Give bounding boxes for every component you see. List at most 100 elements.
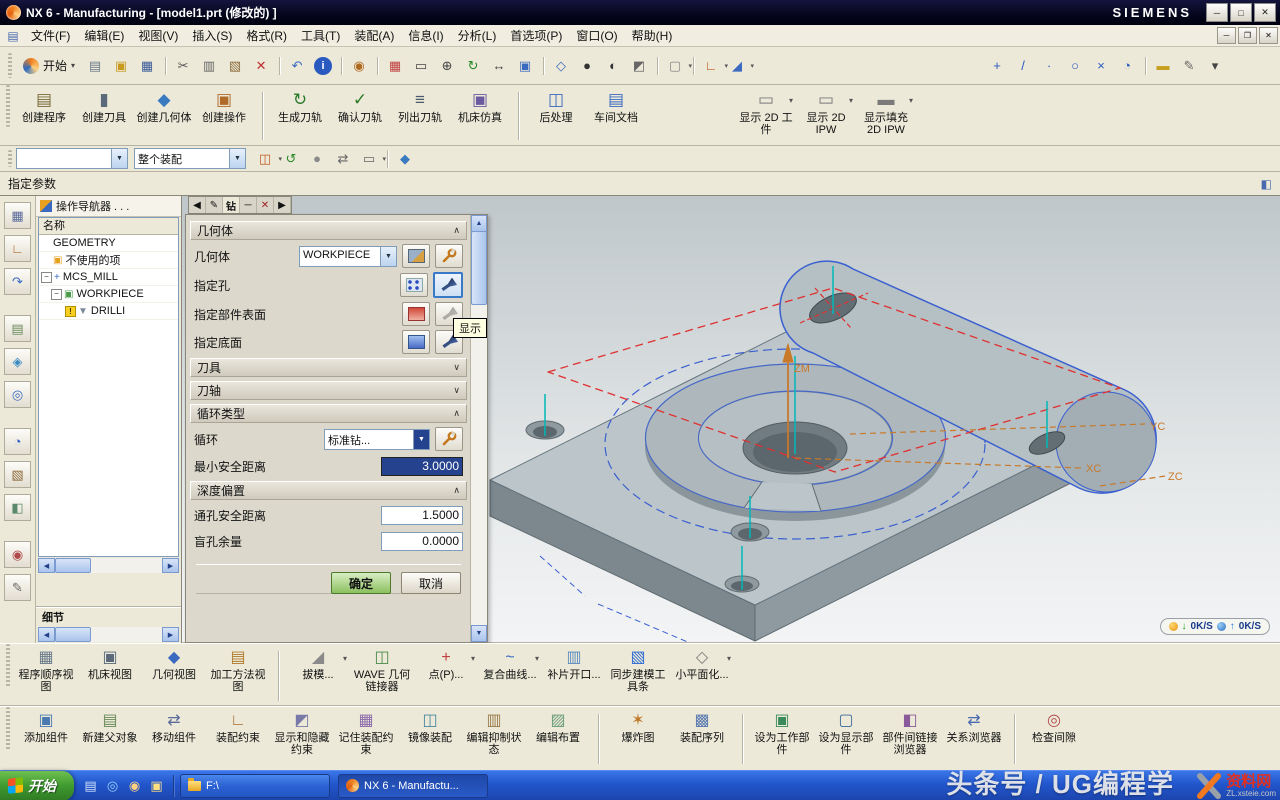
move-component-icon[interactable]: ⇄ (331, 147, 355, 171)
select-holes-button[interactable] (400, 273, 428, 297)
tree-item[interactable]: ▣ 不使用的项 (39, 252, 178, 269)
copy-icon[interactable]: ▥ (197, 54, 221, 78)
chevron-down-icon[interactable]: ▼ (380, 247, 396, 266)
visual-report-icon[interactable]: ◉ (347, 54, 371, 78)
hd3d-tools-icon[interactable]: ◈ (4, 348, 31, 375)
through-clearance-field[interactable]: 1.5000 (381, 506, 463, 525)
csys-view-icon[interactable]: ◢ (725, 54, 749, 78)
check-clearance-button[interactable]: ◎ 检查间隙 (1022, 709, 1086, 769)
snap-center-icon[interactable]: ○ (1063, 54, 1087, 78)
maximize-button[interactable]: □ (1230, 3, 1252, 22)
dialog-tool-icon[interactable]: ✎ (206, 197, 223, 213)
draft-button[interactable]: ◢ 拔模... (286, 646, 350, 706)
cycle-type-section-header[interactable]: 循环类型 ∧ (190, 404, 467, 423)
background-swatch-icon[interactable]: ▢ (663, 54, 687, 78)
make-work-part-button[interactable]: ▣ 设为工作部件 (750, 709, 814, 769)
menu-item[interactable]: 分析(L) (451, 25, 504, 46)
create-tool-button[interactable]: ▮ 创建刀具 (74, 87, 134, 145)
shaded-display-icon[interactable]: ● (575, 54, 599, 78)
chevron-down-icon[interactable]: ▼ (229, 149, 245, 168)
close-button[interactable]: ✕ (1254, 3, 1276, 22)
select-part-surface-button[interactable] (402, 302, 430, 326)
touch-mode-icon[interactable]: ✎ (4, 574, 31, 601)
show-filled-2d-ipw-button[interactable]: ▬ 显示填充 2D IPW (856, 87, 916, 145)
composite-curve-button[interactable]: ~ 复合曲线... (478, 646, 542, 706)
mdi-minimize-button[interactable]: ─ (1217, 27, 1236, 44)
zoom-in-out-icon[interactable]: ⊕ (435, 54, 459, 78)
details-hscrollbar[interactable]: ◀ ▶ (38, 627, 179, 642)
open-icon[interactable]: ▣ (109, 54, 133, 78)
facet-button[interactable]: ◇ 小平面化... (670, 646, 734, 706)
net-speed-widget[interactable]: ↓ 0K/S ↑ 0K/S (1160, 618, 1270, 635)
toolbar-grip[interactable] (6, 85, 10, 127)
tree-item[interactable]: ! ▼ DRILLI (39, 303, 178, 320)
show-2d-workpiece-button[interactable]: ▭ 显示 2D 工件 (736, 87, 796, 145)
navigator-title-bar[interactable]: 操作导航器 . . . (36, 196, 181, 217)
menu-item[interactable]: 视图(V) (131, 25, 185, 46)
dialog-rail-toggle-icon[interactable]: ◧ (1261, 177, 1272, 191)
mirror-assembly-button[interactable]: ◫ 镜像装配 (398, 709, 462, 769)
menu-item[interactable]: 首选项(P) (503, 25, 569, 46)
new-geometry-button[interactable] (402, 244, 430, 268)
chevron-down-icon[interactable]: ▼ (413, 430, 429, 449)
document-icon[interactable]: ▤ (6, 29, 20, 43)
component-sphere-icon[interactable]: ● (305, 147, 329, 171)
chevron-down-icon[interactable]: ▼ (111, 149, 127, 168)
fit-window-icon[interactable]: ▣ (513, 54, 537, 78)
wave-geometry-linker-button[interactable]: ◫ WAVE 几何链接器 (350, 646, 414, 706)
constraint-navigator-icon[interactable]: ∟ (4, 235, 31, 262)
menu-item[interactable]: 窗口(O) (569, 25, 624, 46)
dialog-minimize-button[interactable]: ─ (240, 197, 257, 213)
start-button[interactable]: 开始 (0, 771, 74, 800)
depth-offset-section-header[interactable]: 深度偏置 ∧ (190, 481, 467, 500)
measure-distance-icon[interactable]: ▬ (1151, 54, 1175, 78)
face-analysis-icon[interactable]: ◩ (627, 54, 651, 78)
snap-endpoint-icon[interactable]: / (1011, 54, 1035, 78)
toolbar-options-icon[interactable]: ▾ (1203, 54, 1227, 78)
toolbar-grip[interactable] (6, 707, 10, 751)
toolbar-grip[interactable] (8, 150, 12, 168)
reuse-library-icon[interactable]: ▤ (4, 315, 31, 342)
show-2d-ipw-button[interactable]: ▭ 显示 2D IPW (796, 87, 856, 145)
nx-window-button[interactable]: NX 6 - Manufactu... (338, 774, 488, 798)
dialog-vscrollbar[interactable]: ▲ ▼ (470, 215, 487, 642)
machining-method-view-button[interactable]: ▤ 加工方法视图 (206, 646, 270, 706)
system-materials-icon[interactable]: ▧ (4, 461, 31, 488)
expand-icon[interactable]: − (51, 289, 62, 300)
partially-shaded-icon[interactable]: ◐ (601, 54, 625, 78)
info-icon[interactable]: i (314, 57, 332, 75)
menu-item[interactable]: 格式(R) (239, 25, 294, 46)
history-icon[interactable]: ◔ (4, 428, 31, 455)
verify-toolpath-button[interactable]: ✓ 确认刀轨 (330, 87, 390, 145)
select-bottom-button[interactable] (402, 330, 430, 354)
ie-icon[interactable]: ◎ (104, 777, 121, 794)
dialog-close-button[interactable]: ✕ (257, 197, 274, 213)
dialog-next-button[interactable]: ▶ (274, 197, 291, 213)
menu-item[interactable]: 编辑(E) (77, 25, 131, 46)
save-icon[interactable]: ▦ (135, 54, 159, 78)
geometry-combo[interactable]: WORKPIECE ▼ (299, 246, 397, 267)
tool-section-header[interactable]: 刀具 ∨ (190, 358, 467, 377)
reference-set-icon[interactable]: ↺ (279, 147, 303, 171)
snap-midpoint-icon[interactable]: ∙ (1037, 54, 1061, 78)
move-component-button[interactable]: ⇄ 移动组件 (142, 709, 206, 769)
start-app-button[interactable]: 开始 ▾ (16, 54, 82, 77)
tool-axis-section-header[interactable]: 刀轴 ∨ (190, 381, 467, 400)
edit-arrangement-button[interactable]: ▨ 编辑布置 (526, 709, 590, 769)
menu-item[interactable]: 信息(I) (401, 25, 450, 46)
patch-opening-button[interactable]: ▥ 补片开口... (542, 646, 606, 706)
details-section-header[interactable]: 细节 (36, 607, 181, 626)
annotation-icon[interactable]: ✎ (1177, 54, 1201, 78)
tree-item[interactable]: GEOMETRY (39, 235, 178, 252)
show-hide-icon[interactable]: ▦ (383, 54, 407, 78)
synchronous-modeling-toolbar-button[interactable]: ▧ 同步建模工具条 (606, 646, 670, 706)
blind-stock-field[interactable]: 0.0000 (381, 532, 463, 551)
work-part-combo[interactable]: ▼ (16, 148, 128, 169)
snap-point-icon[interactable]: + (985, 54, 1009, 78)
explorer-icon[interactable]: ▣ (148, 777, 165, 794)
snap-intersection-icon[interactable]: × (1089, 54, 1113, 78)
create-program-button[interactable]: ▤ 创建程序 (14, 87, 74, 145)
process-studio-icon[interactable]: ◧ (4, 494, 31, 521)
new-parent-button[interactable]: ▤ 新建父对象 (78, 709, 142, 769)
mdi-restore-button[interactable]: ❐ (1238, 27, 1257, 44)
